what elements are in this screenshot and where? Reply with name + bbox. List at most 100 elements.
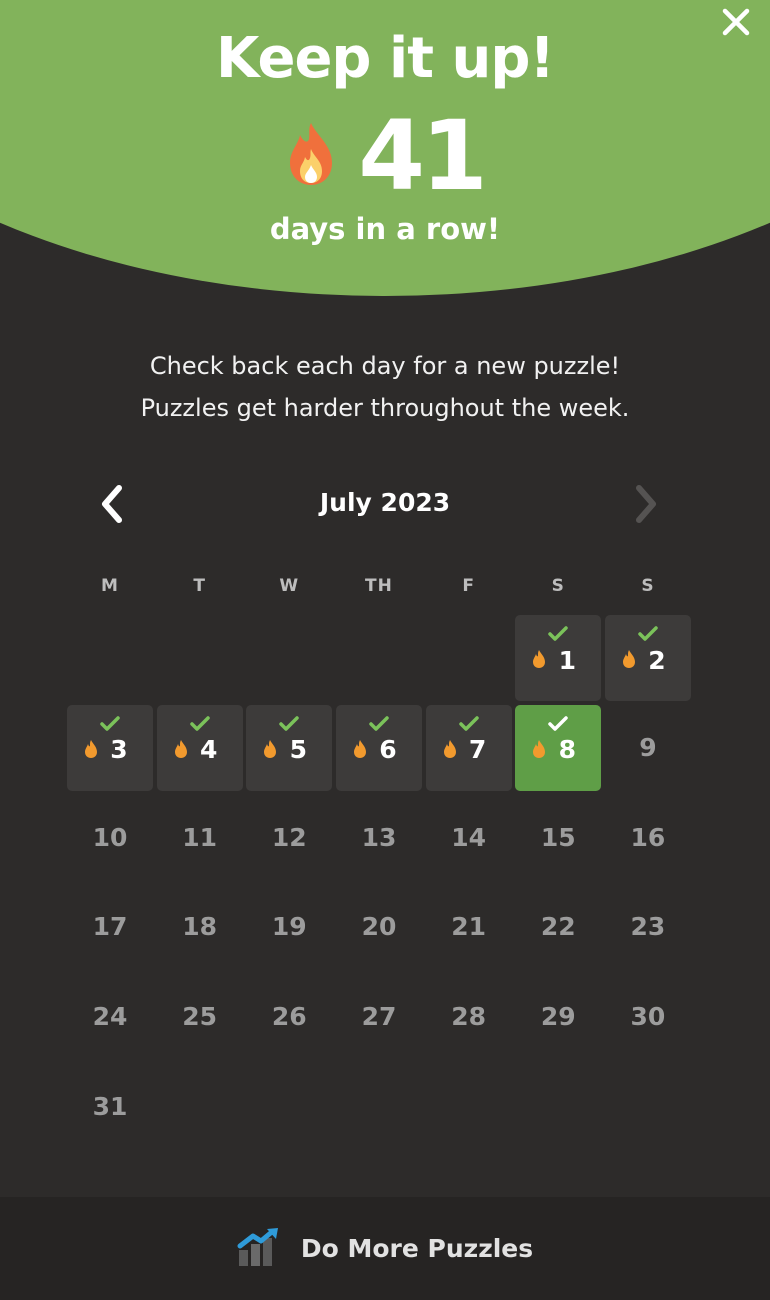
- flame-icon: [174, 739, 188, 763]
- weekday-label: TH: [365, 576, 393, 596]
- check-icon: [548, 715, 569, 736]
- day-number: 27: [361, 1002, 397, 1032]
- info-text: Check back each day for a new puzzle! Pu…: [0, 345, 770, 429]
- day-cell[interactable]: 26: [246, 974, 332, 1060]
- day-cell[interactable]: 12: [246, 794, 332, 880]
- day-number: 31: [92, 1091, 128, 1121]
- day-cell[interactable]: 2: [604, 615, 691, 701]
- day-cell-today[interactable]: 8: [515, 704, 602, 791]
- day-number: 29: [540, 1002, 576, 1032]
- day-number: 9: [639, 733, 657, 763]
- banner-title: Keep it up!: [216, 26, 555, 91]
- empty-day-cell: [426, 615, 512, 701]
- flame-icon: [443, 739, 457, 763]
- check-icon: [189, 715, 210, 736]
- day-cell[interactable]: 3: [67, 704, 153, 791]
- check-icon: [548, 626, 569, 646]
- weekday-label: W: [279, 576, 300, 596]
- day-number: 15: [540, 822, 576, 852]
- day-cell[interactable]: 6: [335, 704, 422, 791]
- empty-day-cell: [67, 615, 153, 701]
- flame-icon: [532, 649, 546, 673]
- streak-display: 41: [0, 106, 770, 206]
- day-number: 18: [182, 912, 218, 942]
- empty-day-cell: [246, 615, 332, 701]
- day-cell[interactable]: 5: [246, 704, 333, 791]
- day-cell[interactable]: 27: [336, 974, 422, 1060]
- streak-banner: Keep it up! 41 days in a row!: [0, 0, 770, 300]
- day-number: 11: [182, 822, 218, 852]
- info-line-1: Check back each day for a new puzzle!: [149, 352, 621, 380]
- day-number: 6: [379, 735, 397, 765]
- day-cell[interactable]: 10: [67, 794, 153, 880]
- empty-day-cell: [157, 615, 243, 701]
- day-number: 17: [92, 912, 128, 942]
- day-number: 16: [630, 822, 666, 852]
- day-cell[interactable]: 17: [67, 884, 153, 970]
- flame-icon: [263, 739, 277, 763]
- day-number: 28: [451, 1002, 487, 1032]
- check-icon: [279, 715, 300, 736]
- day-cell[interactable]: 4: [156, 704, 243, 791]
- weekday-label: F: [462, 576, 475, 596]
- day-number: 14: [451, 822, 487, 852]
- month-navigation: July 2023: [0, 478, 770, 534]
- day-number: 3: [110, 735, 128, 765]
- weekday-label: T: [193, 576, 206, 596]
- check-icon: [458, 715, 479, 736]
- day-cell[interactable]: 14: [426, 794, 512, 880]
- day-cell[interactable]: 28: [426, 974, 512, 1060]
- day-number: 13: [361, 822, 397, 852]
- day-number: 2: [648, 645, 666, 675]
- do-more-puzzles-label: Do More Puzzles: [300, 1234, 534, 1263]
- flame-icon: [353, 739, 367, 763]
- day-cell[interactable]: 9: [605, 705, 691, 791]
- streak-caption: days in a row!: [269, 212, 501, 246]
- day-cell[interactable]: 13: [336, 794, 422, 880]
- weekday-label: S: [641, 576, 655, 596]
- day-number: 8: [558, 735, 576, 765]
- day-number: 7: [468, 735, 487, 765]
- weekday-label: S: [551, 576, 565, 596]
- check-icon: [369, 715, 389, 736]
- day-cell[interactable]: 7: [425, 704, 512, 791]
- day-cell[interactable]: 23: [605, 884, 691, 970]
- check-icon: [100, 715, 120, 736]
- check-icon: [638, 626, 658, 646]
- day-cell[interactable]: 29: [515, 974, 601, 1060]
- day-cell[interactable]: 1: [515, 615, 602, 701]
- day-cell[interactable]: 19: [246, 884, 332, 970]
- day-number: 21: [451, 912, 487, 942]
- day-cell[interactable]: 11: [157, 794, 243, 880]
- day-number: 5: [289, 735, 308, 765]
- weekday-header: M T W TH F S S: [67, 576, 691, 596]
- day-cell[interactable]: 18: [157, 884, 243, 970]
- calendar-grid: 1 2 3 4 5 6 7 8 9 10 11 12 13 14 15 16 17 18 19 20 21 22 23 24 2…: [67, 615, 691, 1149]
- day-cell[interactable]: 22: [515, 884, 601, 970]
- chevron-right-icon: [632, 484, 660, 528]
- day-number: 4: [199, 735, 218, 765]
- day-cell[interactable]: 31: [67, 1063, 153, 1149]
- close-icon: [721, 7, 751, 41]
- day-cell[interactable]: 25: [157, 974, 243, 1060]
- day-cell[interactable]: 21: [426, 884, 512, 970]
- day-cell[interactable]: 16: [605, 794, 691, 880]
- chart-growth-icon: [237, 1226, 281, 1272]
- day-number: 24: [92, 1002, 128, 1032]
- next-month-button[interactable]: [624, 484, 668, 528]
- day-number: 1: [558, 645, 576, 675]
- close-button[interactable]: [716, 4, 756, 44]
- day-number: 19: [271, 912, 307, 942]
- day-number: 26: [271, 1002, 307, 1032]
- day-number: 25: [182, 1002, 218, 1032]
- do-more-puzzles-button[interactable]: Do More Puzzles: [0, 1197, 770, 1300]
- info-line-2: Puzzles get harder throughout the week.: [140, 394, 630, 422]
- day-cell[interactable]: 15: [515, 794, 601, 880]
- day-cell[interactable]: 20: [336, 884, 422, 970]
- day-cell[interactable]: 30: [605, 974, 691, 1060]
- day-cell[interactable]: 24: [67, 974, 153, 1060]
- day-number: 22: [540, 912, 576, 942]
- day-number: 10: [92, 822, 128, 852]
- flame-icon: [532, 739, 546, 763]
- streak-count: 41: [358, 100, 488, 212]
